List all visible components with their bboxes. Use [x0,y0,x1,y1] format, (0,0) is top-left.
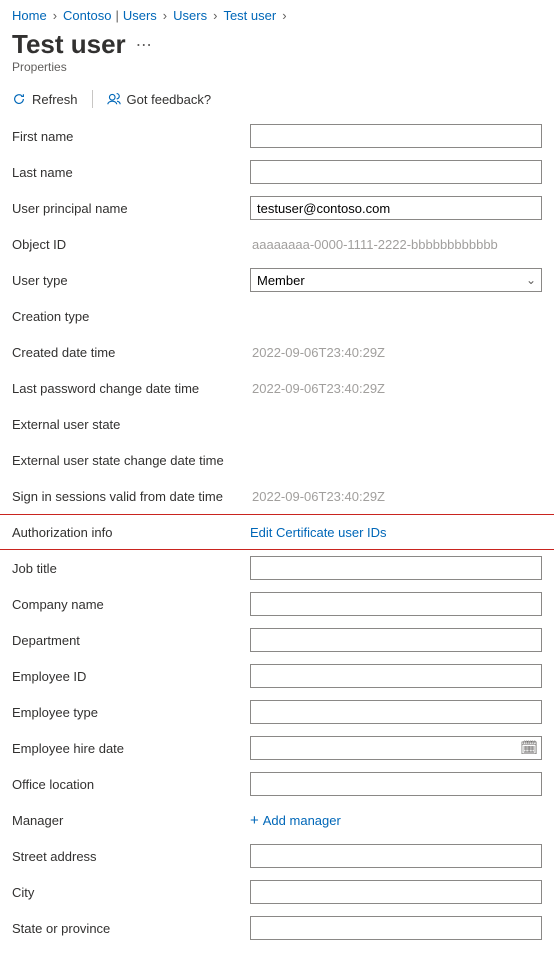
label-object-id: Object ID [12,237,250,252]
breadcrumb-tenant[interactable]: Contoso [63,8,111,23]
feedback-icon [107,92,121,106]
created-dt-value: 2022-09-06T23:40:29Z [250,343,542,362]
label-employee-id: Employee ID [12,669,250,684]
row-street-address: Street address [0,838,554,874]
page-subtitle: Properties [0,60,554,84]
chevron-right-icon: › [282,8,286,23]
label-user-type: User type [12,273,250,288]
breadcrumb-home[interactable]: Home [12,8,47,23]
calendar-icon[interactable]: 🗓 [520,740,538,757]
row-signin-valid-from: Sign in sessions valid from date time 20… [0,478,554,514]
office-location-input[interactable] [250,772,542,796]
company-name-input[interactable] [250,592,542,616]
city-input[interactable] [250,880,542,904]
label-signin-valid-from: Sign in sessions valid from date time [12,489,250,504]
signin-valid-from-value: 2022-09-06T23:40:29Z [250,487,542,506]
street-address-input[interactable] [250,844,542,868]
toolbar: Refresh Got feedback? [0,84,554,118]
chevron-right-icon: › [213,8,217,23]
row-user-type: User type Member ⌄ [0,262,554,298]
first-name-input[interactable] [250,124,542,148]
object-id-value: aaaaaaaa-0000-1111-2222-bbbbbbbbbbbb [250,235,542,254]
breadcrumb-user[interactable]: Test user [223,8,276,23]
employee-hire-date-input[interactable] [250,736,542,760]
row-employee-type: Employee type [0,694,554,730]
chevron-right-icon: › [53,8,57,23]
breadcrumb-pipe: | [115,8,118,23]
refresh-icon [12,92,26,106]
add-manager-label: Add manager [263,813,341,828]
row-employee-hire-date: Employee hire date 🗓 [0,730,554,766]
label-employee-hire-date: Employee hire date [12,741,250,756]
feedback-label: Got feedback? [127,92,212,107]
user-type-select[interactable]: Member [250,268,542,292]
label-authorization-info: Authorization info [12,525,250,540]
row-employee-id: Employee ID [0,658,554,694]
feedback-button[interactable]: Got feedback? [107,92,212,107]
row-job-title: Job title [0,550,554,586]
label-upn: User principal name [12,201,250,216]
label-ext-user-state: External user state [12,417,250,432]
refresh-button[interactable]: Refresh [12,92,78,107]
label-ext-user-state-change: External user state change date time [12,453,250,468]
employee-id-input[interactable] [250,664,542,688]
chevron-right-icon: › [163,8,167,23]
label-last-pwd-change: Last password change date time [12,381,250,396]
edit-certificate-user-ids-link[interactable]: Edit Certificate user IDs [250,525,387,540]
label-office-location: Office location [12,777,250,792]
row-object-id: Object ID aaaaaaaa-0000-1111-2222-bbbbbb… [0,226,554,262]
last-name-input[interactable] [250,160,542,184]
row-manager: Manager + Add manager [0,802,554,838]
row-ext-user-state-change: External user state change date time [0,442,554,478]
add-manager-link[interactable]: + Add manager [250,813,341,828]
more-icon[interactable]: ⋯ [136,35,152,55]
last-pwd-change-value: 2022-09-06T23:40:29Z [250,379,542,398]
row-first-name: First name [0,118,554,154]
job-title-input[interactable] [250,556,542,580]
label-city: City [12,885,250,900]
breadcrumb-users-1[interactable]: Users [123,8,157,23]
breadcrumb: Home › Contoso | Users › Users › Test us… [0,0,554,27]
row-last-pwd-change: Last password change date time 2022-09-0… [0,370,554,406]
row-created-dt: Created date time 2022-09-06T23:40:29Z [0,334,554,370]
row-creation-type: Creation type [0,298,554,334]
label-employee-type: Employee type [12,705,250,720]
employee-type-input[interactable] [250,700,542,724]
label-first-name: First name [12,129,250,144]
page-title: Test user [12,29,126,60]
refresh-label: Refresh [32,92,78,107]
row-state-province: State or province [0,910,554,946]
row-upn: User principal name [0,190,554,226]
upn-input[interactable] [250,196,542,220]
label-creation-type: Creation type [12,309,250,324]
label-job-title: Job title [12,561,250,576]
row-company-name: Company name [0,586,554,622]
plus-icon: + [250,813,259,828]
row-city: City [0,874,554,910]
properties-form: First name Last name User principal name… [0,118,554,966]
state-province-input[interactable] [250,916,542,940]
row-office-location: Office location [0,766,554,802]
label-manager: Manager [12,813,250,828]
label-state-province: State or province [12,921,250,936]
label-street-address: Street address [12,849,250,864]
department-input[interactable] [250,628,542,652]
row-ext-user-state: External user state [0,406,554,442]
label-created-dt: Created date time [12,345,250,360]
row-department: Department [0,622,554,658]
breadcrumb-users-2[interactable]: Users [173,8,207,23]
label-company-name: Company name [12,597,250,612]
row-last-name: Last name [0,154,554,190]
label-department: Department [12,633,250,648]
toolbar-separator [92,90,93,108]
label-last-name: Last name [12,165,250,180]
row-authorization-info: Authorization info Edit Certificate user… [0,514,554,550]
